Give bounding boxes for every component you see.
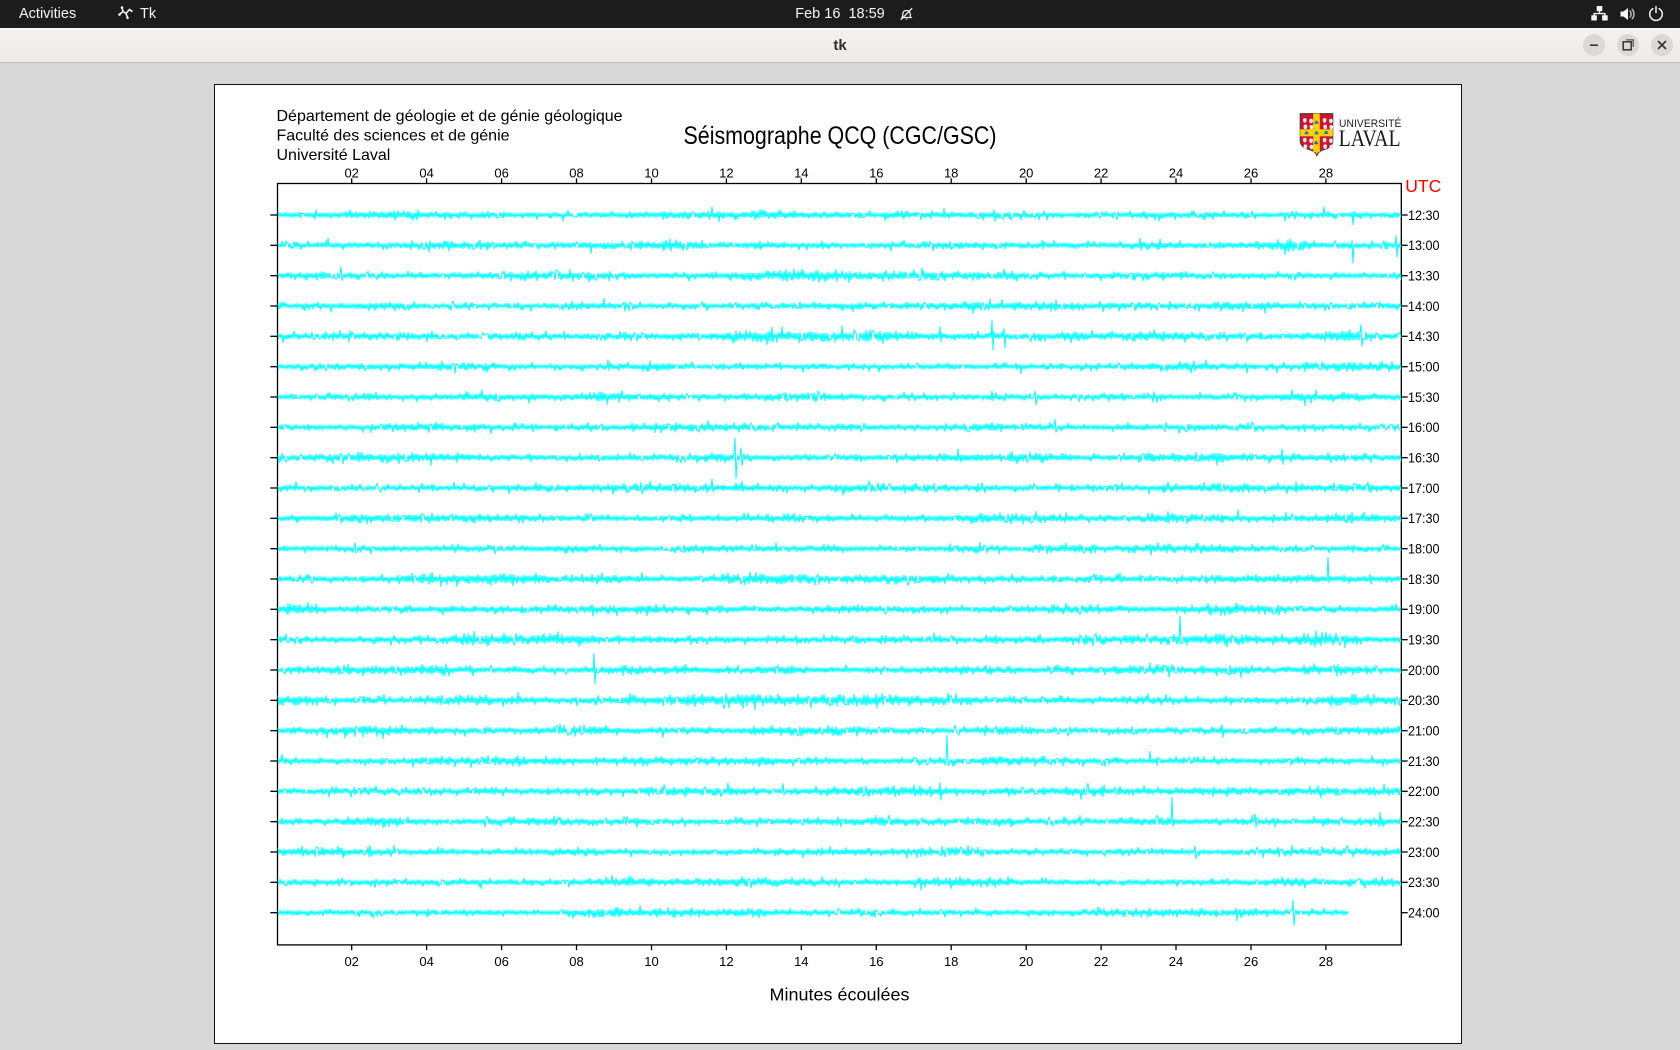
- svg-text:13:00: 13:00: [1408, 238, 1440, 253]
- svg-text:19:30: 19:30: [1408, 633, 1440, 648]
- svg-text:Université Laval: Université Laval: [277, 147, 391, 164]
- svg-text:20: 20: [1019, 166, 1033, 181]
- svg-text:20:30: 20:30: [1408, 693, 1440, 708]
- svg-text:20:00: 20:00: [1408, 663, 1440, 678]
- svg-text:26: 26: [1244, 954, 1258, 969]
- svg-text:19:00: 19:00: [1408, 602, 1440, 617]
- svg-text:24:00: 24:00: [1408, 906, 1440, 921]
- svg-text:16: 16: [869, 954, 883, 969]
- svg-text:16:00: 16:00: [1408, 420, 1440, 435]
- svg-text:16: 16: [869, 166, 883, 181]
- svg-text:10: 10: [644, 166, 658, 181]
- svg-text:06: 06: [494, 166, 508, 181]
- svg-text:02: 02: [344, 954, 358, 969]
- svg-text:Séismographe QCQ (CGC/GSC): Séismographe QCQ (CGC/GSC): [684, 122, 997, 150]
- svg-text:17:00: 17:00: [1408, 481, 1440, 496]
- svg-text:20: 20: [1019, 954, 1033, 969]
- svg-text:21:00: 21:00: [1408, 724, 1440, 739]
- svg-text:06: 06: [494, 954, 508, 969]
- svg-text:08: 08: [569, 954, 583, 969]
- svg-text:17:30: 17:30: [1408, 511, 1440, 526]
- svg-text:22: 22: [1094, 166, 1108, 181]
- svg-text:13:30: 13:30: [1408, 269, 1440, 284]
- svg-text:LAVAL: LAVAL: [1339, 126, 1401, 152]
- svg-text:16:30: 16:30: [1408, 451, 1440, 466]
- svg-text:14: 14: [794, 166, 808, 181]
- svg-text:23:30: 23:30: [1408, 875, 1440, 890]
- svg-text:02: 02: [344, 166, 358, 181]
- svg-text:Département de géologie et de: Département de géologie et de génie géol…: [277, 108, 623, 125]
- svg-text:18: 18: [944, 954, 958, 969]
- svg-text:18:30: 18:30: [1408, 572, 1440, 587]
- svg-text:22:30: 22:30: [1408, 815, 1440, 830]
- svg-text:UTC: UTC: [1405, 176, 1441, 196]
- svg-text:12: 12: [719, 166, 733, 181]
- svg-text:24: 24: [1169, 954, 1183, 969]
- svg-text:18:00: 18:00: [1408, 542, 1440, 557]
- svg-text:12: 12: [719, 954, 733, 969]
- svg-text:14:30: 14:30: [1408, 329, 1440, 344]
- svg-text:15:30: 15:30: [1408, 390, 1440, 405]
- svg-text:28: 28: [1319, 954, 1333, 969]
- svg-text:14:00: 14:00: [1408, 299, 1440, 314]
- svg-text:24: 24: [1169, 166, 1183, 181]
- svg-text:04: 04: [419, 954, 433, 969]
- svg-text:Minutes écoulées: Minutes écoulées: [770, 984, 910, 1004]
- svg-text:28: 28: [1319, 166, 1333, 181]
- svg-text:Faculté des sciences et de gén: Faculté des sciences et de génie: [277, 128, 510, 145]
- svg-text:26: 26: [1244, 166, 1258, 181]
- svg-text:04: 04: [419, 166, 433, 181]
- svg-text:22: 22: [1094, 954, 1108, 969]
- svg-text:15:00: 15:00: [1408, 360, 1440, 375]
- svg-text:08: 08: [569, 166, 583, 181]
- svg-text:10: 10: [644, 954, 658, 969]
- svg-text:22:00: 22:00: [1408, 784, 1440, 799]
- svg-text:12:30: 12:30: [1408, 208, 1440, 223]
- svg-text:21:30: 21:30: [1408, 754, 1440, 769]
- svg-text:23:00: 23:00: [1408, 845, 1440, 860]
- svg-text:14: 14: [794, 954, 808, 969]
- svg-text:18: 18: [944, 166, 958, 181]
